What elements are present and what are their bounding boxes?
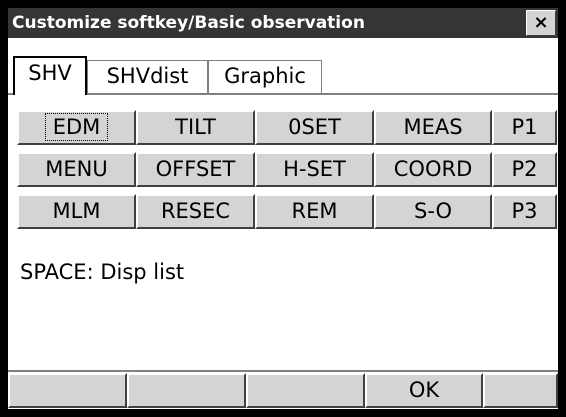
softkey-offset[interactable]: OFFSET xyxy=(136,152,255,187)
page-key-p2[interactable]: P2 xyxy=(492,152,557,187)
dialog-content: SHV SHVdist Graphic EDM TILT 0SET MEAS P… xyxy=(8,38,558,409)
softkey-meas[interactable]: MEAS xyxy=(374,110,492,145)
softkey-mlm[interactable]: MLM xyxy=(17,194,136,229)
softkey-label: TILT xyxy=(175,115,216,139)
softkey-label: S-O xyxy=(413,199,453,223)
tab-label: Graphic xyxy=(224,64,306,88)
tab-label: SHV xyxy=(28,61,72,85)
close-button[interactable]: × xyxy=(526,10,556,36)
tab-graphic[interactable]: Graphic xyxy=(208,60,322,94)
softkey-label: OFFSET xyxy=(155,157,236,181)
softkey-coord[interactable]: COORD xyxy=(374,152,492,187)
ok-button-label: OK xyxy=(408,378,440,402)
softkey-label: REM xyxy=(291,199,338,223)
softkey-label: H-SET xyxy=(283,157,346,181)
function-button-1[interactable] xyxy=(8,373,127,408)
softkey-label: MEAS xyxy=(403,115,463,139)
page-key-p1[interactable]: P1 xyxy=(492,110,557,145)
softkey-edm[interactable]: EDM xyxy=(17,110,136,145)
function-button-2[interactable] xyxy=(127,373,246,408)
softkey-label: 0SET xyxy=(288,115,341,139)
softkey-label: P1 xyxy=(511,115,538,139)
function-button-5[interactable] xyxy=(483,373,558,408)
softkey-resec[interactable]: RESEC xyxy=(136,194,255,229)
close-icon: × xyxy=(533,12,549,33)
ok-button[interactable]: OK xyxy=(365,373,483,408)
softkey-0set[interactable]: 0SET xyxy=(255,110,374,145)
tab-divider xyxy=(8,93,558,95)
tab-shv[interactable]: SHV xyxy=(13,56,87,95)
tab-shvdist[interactable]: SHVdist xyxy=(87,60,208,94)
bottom-divider xyxy=(8,370,558,372)
softkey-label: EDM xyxy=(44,113,109,141)
softkey-grid: EDM TILT 0SET MEAS P1 MENU OFFSET H-SET xyxy=(17,110,557,229)
title-bar: Customize softkey/Basic observation × xyxy=(8,8,558,38)
softkey-label: COORD xyxy=(393,157,473,181)
softkey-h-set[interactable]: H-SET xyxy=(255,152,374,187)
window-title: Customize softkey/Basic observation xyxy=(12,13,365,33)
hint-text: SPACE: Disp list xyxy=(20,260,185,284)
page-key-p3[interactable]: P3 xyxy=(492,194,557,229)
softkey-label: MENU xyxy=(45,157,108,181)
softkey-rem[interactable]: REM xyxy=(255,194,374,229)
softkey-label: RESEC xyxy=(160,199,231,223)
softkey-menu[interactable]: MENU xyxy=(17,152,136,187)
softkey-label: P3 xyxy=(511,199,538,223)
softkey-s-o[interactable]: S-O xyxy=(374,194,492,229)
softkey-label: P2 xyxy=(511,157,538,181)
dialog-window: Customize softkey/Basic observation × SH… xyxy=(0,0,566,417)
softkey-tilt[interactable]: TILT xyxy=(136,110,255,145)
tab-label: SHVdist xyxy=(106,64,189,88)
function-button-3[interactable] xyxy=(246,373,365,408)
softkey-label: MLM xyxy=(52,199,101,223)
